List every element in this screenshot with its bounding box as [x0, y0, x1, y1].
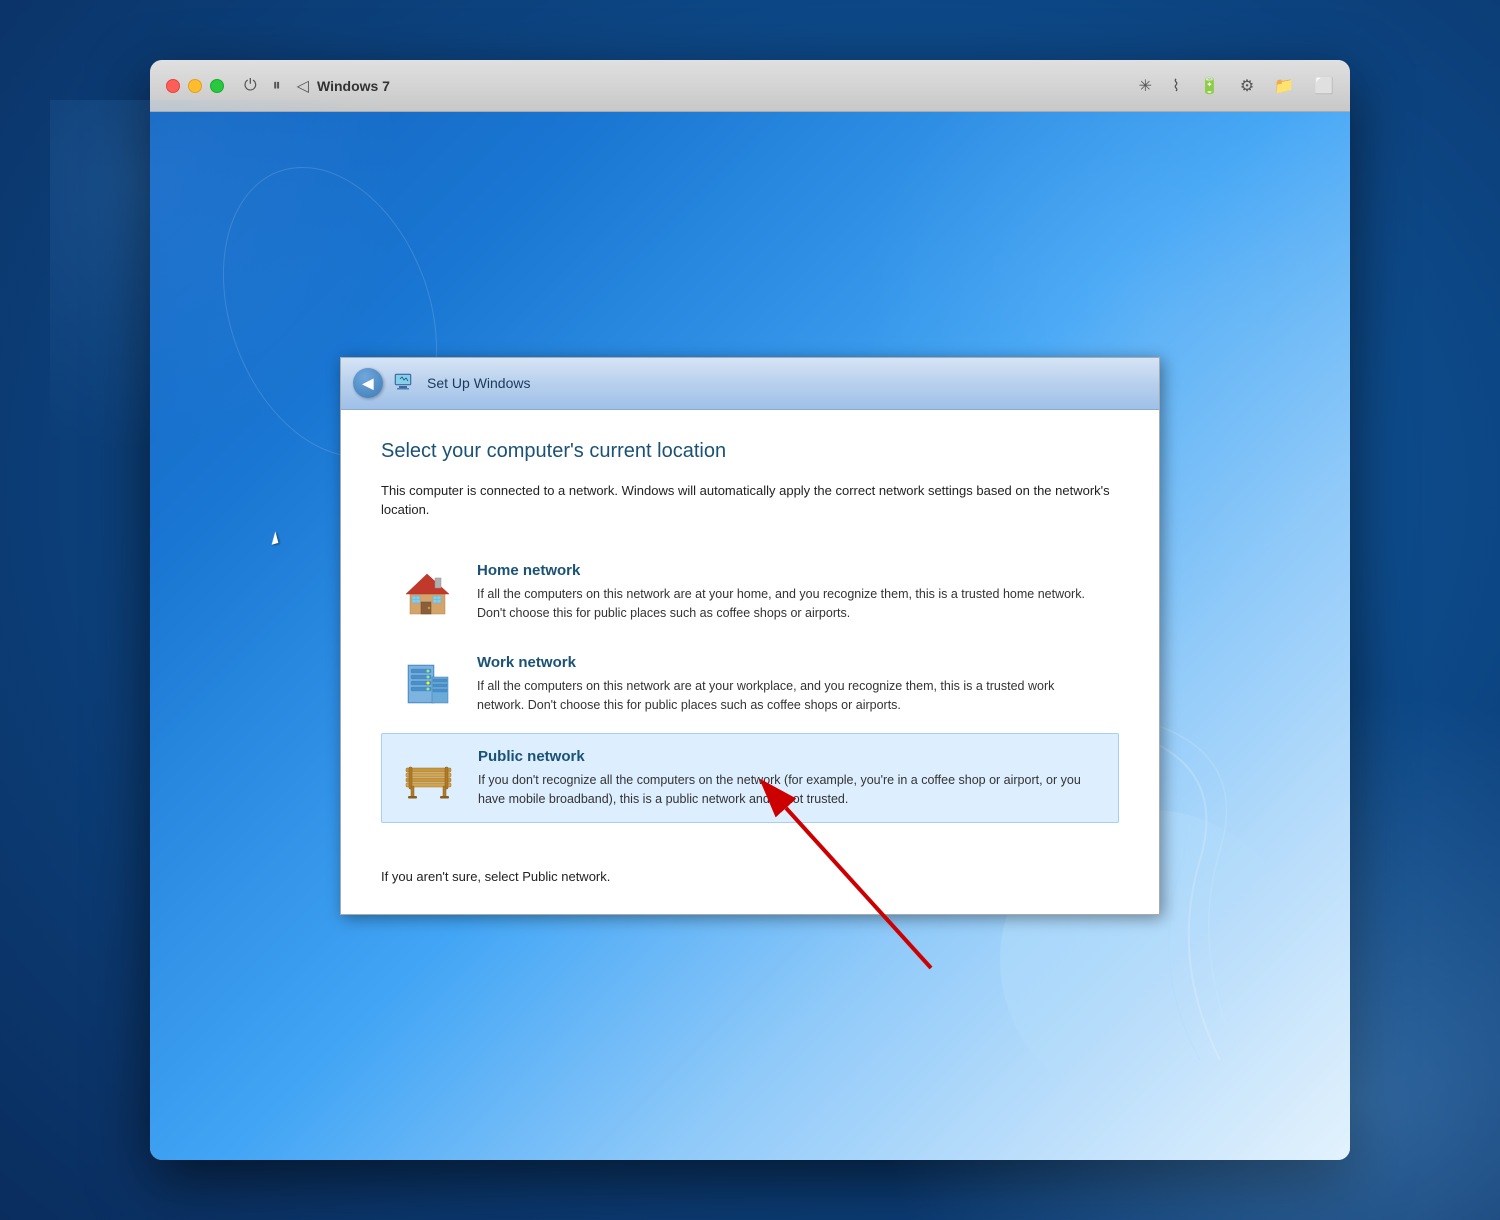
power-icon[interactable]: ⏻ [244, 77, 257, 95]
maximize-button[interactable] [210, 79, 224, 93]
dialog-footer: If you aren't sure, select Public networ… [341, 857, 1159, 914]
win7-dialog-titlebar: ◀ Set Up Windows [341, 358, 1159, 410]
public-network-option[interactable]: Public network If you don't recognize al… [381, 733, 1119, 824]
window-title: Windows 7 [317, 78, 390, 94]
home-network-desc: If all the computers on this network are… [477, 585, 1103, 623]
public-network-desc: If you don't recognize all the computers… [478, 771, 1102, 809]
dialog-heading: Select your computer's current location [381, 440, 1119, 463]
mac-window: ⏻ ⏸ ◁ Windows 7 ✳ ⌇ 🔋 ⚙ 📁 ⬜ ◀ [150, 60, 1350, 1160]
dialog-title: Set Up Windows [427, 375, 530, 391]
work-network-title: Work network [477, 654, 1103, 671]
window-icon[interactable]: ⬜ [1314, 76, 1334, 96]
home-network-text: Home network If all the computers on thi… [477, 562, 1103, 623]
setup-icon [393, 371, 417, 395]
mac-title-controls: ⏻ ⏸ ◁ [244, 76, 309, 96]
wifi-icon[interactable]: ⌇ [1172, 76, 1180, 96]
mac-window-buttons [166, 79, 224, 93]
battery-icon[interactable]: 🔋 [1200, 76, 1220, 96]
home-network-option[interactable]: Home network If all the computers on thi… [381, 548, 1119, 637]
mouse-cursor [269, 531, 279, 544]
close-button[interactable] [166, 79, 180, 93]
win7-setup-dialog: ◀ Set Up Windows Select your computer's … [340, 357, 1160, 916]
settings-icon[interactable]: ⚙ [1240, 76, 1254, 96]
dialog-content: Select your computer's current location … [341, 410, 1159, 858]
minimize-button[interactable] [188, 79, 202, 93]
public-network-text: Public network If you don't recognize al… [478, 748, 1102, 809]
brightness-icon[interactable]: ✳ [1139, 76, 1152, 96]
work-network-text: Work network If all the computers on thi… [477, 654, 1103, 715]
mac-right-controls: ✳ ⌇ 🔋 ⚙ 📁 ⬜ [1139, 76, 1334, 96]
work-network-option[interactable]: Work network If all the computers on thi… [381, 640, 1119, 729]
public-network-icon [398, 748, 458, 808]
work-network-icon [397, 654, 457, 714]
server-icon [400, 657, 455, 712]
back-button[interactable]: ◀ [353, 368, 383, 398]
home-network-icon [397, 562, 457, 622]
back-icon[interactable]: ◁ [297, 76, 309, 96]
house-icon [400, 564, 455, 619]
mac-titlebar: ⏻ ⏸ ◁ Windows 7 ✳ ⌇ 🔋 ⚙ 📁 ⬜ [150, 60, 1350, 112]
home-network-title: Home network [477, 562, 1103, 579]
work-network-desc: If all the computers on this network are… [477, 677, 1103, 715]
dialog-intro: This computer is connected to a network.… [381, 481, 1119, 520]
folder-icon[interactable]: 📁 [1274, 76, 1294, 96]
desktop-area: ◀ Set Up Windows Select your computer's … [150, 112, 1350, 1160]
bench-icon [401, 750, 456, 805]
pause-icon[interactable]: ⏸ [273, 77, 281, 95]
public-network-title: Public network [478, 748, 1102, 765]
footer-text: If you aren't sure, select Public networ… [381, 869, 610, 884]
